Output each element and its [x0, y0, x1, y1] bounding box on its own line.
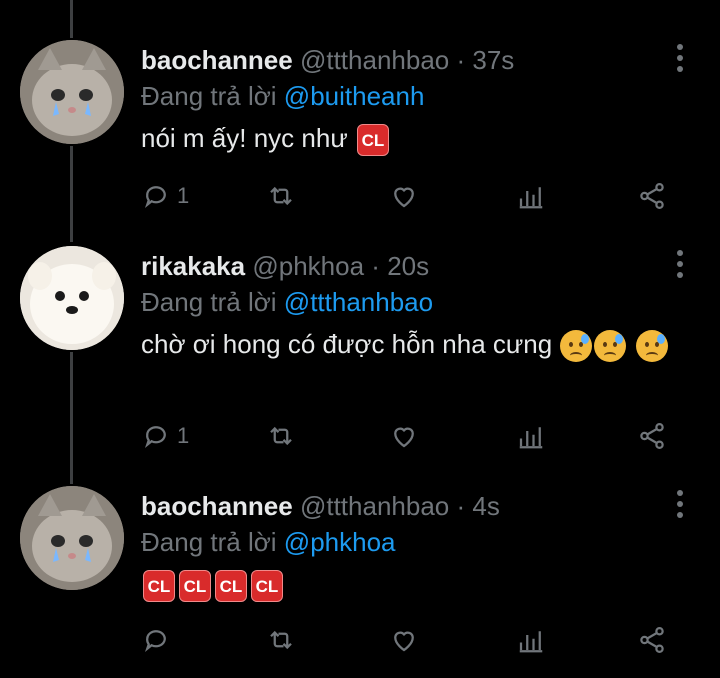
share-icon	[640, 423, 664, 449]
heart-icon	[394, 631, 414, 652]
tweet-header: baochannee @ttthanhbao · 37s	[141, 40, 514, 80]
tweet[interactable]: rikakaka @phkhoa · 20s Đang trả lời @ttt…	[0, 246, 720, 476]
avatar[interactable]	[20, 40, 124, 144]
cl-badge-icon: CL	[143, 570, 175, 603]
heart-icon	[394, 427, 414, 448]
reply-icon	[144, 630, 166, 653]
reply-count: 1	[177, 183, 190, 208]
action-bar: 1	[141, 176, 681, 216]
share-icon	[640, 183, 664, 209]
retweet-button[interactable]	[266, 620, 296, 660]
like-button[interactable]	[389, 176, 419, 216]
like-button[interactable]	[389, 620, 419, 660]
cl-badge-icon: CL	[179, 570, 211, 603]
mention-link[interactable]: @buitheanh	[284, 81, 425, 111]
replying-label: Đang trả lời	[141, 81, 277, 111]
action-bar: 1	[141, 416, 681, 456]
display-name[interactable]: baochannee	[141, 45, 293, 75]
like-button[interactable]	[389, 416, 419, 456]
analytics-button[interactable]	[516, 176, 546, 216]
cl-badge-icon: CL	[356, 124, 389, 157]
avatar[interactable]	[20, 246, 124, 350]
action-bar	[141, 620, 681, 660]
sad-sweat-emoji-icon	[594, 330, 627, 363]
tweet-text: nói m ấy! nyc như CL	[141, 120, 681, 157]
tweet-header: baochannee @ttthanhbao · 4s	[141, 486, 500, 526]
replying-label: Đang trả lời	[141, 527, 277, 557]
more-options-icon[interactable]	[674, 250, 686, 280]
user-handle[interactable]: @ttthanhbao	[300, 45, 449, 75]
share-icon	[640, 627, 664, 653]
separator-dot: ·	[456, 45, 466, 75]
tweet-text-content: chờ ơi hong có được hỗn nha cưng	[141, 329, 553, 359]
timestamp[interactable]: 4s	[472, 491, 499, 521]
mention-link[interactable]: @ttthanhbao	[284, 287, 433, 317]
timestamp[interactable]: 20s	[387, 251, 429, 281]
tweet[interactable]: baochannee @ttthanhbao · 37s Đang trả lờ…	[0, 40, 720, 230]
reply-count: 1	[177, 423, 190, 448]
display-name[interactable]: rikakaka	[141, 251, 245, 281]
replying-label: Đang trả lời	[141, 287, 277, 317]
separator-dot: ·	[371, 251, 380, 281]
replying-to: Đang trả lời @ttthanhbao	[141, 282, 433, 322]
timestamp[interactable]: 37s	[472, 45, 514, 75]
tweet-text: CL CL CL CL	[141, 566, 681, 603]
analytics-button[interactable]	[516, 416, 546, 456]
cat-avatar-icon	[20, 40, 124, 144]
mention-link[interactable]: @phkhoa	[284, 527, 396, 557]
analytics-button[interactable]	[516, 620, 546, 660]
separator-dot: ·	[456, 491, 466, 521]
dog-avatar-icon	[20, 246, 124, 350]
share-button[interactable]	[637, 416, 667, 456]
display-name[interactable]: baochannee	[141, 491, 293, 521]
cat-avatar-icon	[20, 486, 124, 590]
share-button[interactable]	[637, 176, 667, 216]
thread-line	[70, 0, 73, 38]
share-button[interactable]	[637, 620, 667, 660]
retweet-icon	[270, 630, 292, 650]
replying-to: Đang trả lời @buitheanh	[141, 76, 424, 116]
retweet-icon	[270, 186, 292, 206]
reply-button[interactable]: 1	[141, 416, 189, 456]
tweet-header: rikakaka @phkhoa · 20s	[141, 246, 429, 286]
reply-icon	[144, 426, 166, 449]
analytics-icon	[519, 187, 543, 209]
retweet-button[interactable]	[266, 176, 296, 216]
reply-icon	[144, 186, 166, 209]
heart-icon	[394, 187, 414, 208]
sad-sweat-emoji-icon	[560, 330, 593, 363]
tweet-text: chờ ơi hong có được hỗn nha cưng	[141, 326, 681, 363]
retweet-icon	[270, 426, 292, 446]
more-options-icon[interactable]	[674, 44, 686, 74]
retweet-button[interactable]	[266, 416, 296, 456]
avatar[interactable]	[20, 486, 124, 590]
analytics-icon	[519, 631, 543, 653]
cl-badge-icon: CL	[215, 570, 247, 603]
sad-sweat-emoji-icon	[635, 330, 668, 363]
reply-button[interactable]: 1	[141, 176, 189, 216]
replying-to: Đang trả lời @phkhoa	[141, 522, 396, 562]
reply-button[interactable]	[141, 620, 177, 660]
more-options-icon[interactable]	[674, 490, 686, 520]
user-handle[interactable]: @phkhoa	[252, 251, 364, 281]
tweet[interactable]: baochannee @ttthanhbao · 4s Đang trả lời…	[0, 486, 720, 676]
tweet-text-content: nói m ấy! nyc như	[141, 123, 348, 153]
user-handle[interactable]: @ttthanhbao	[300, 491, 449, 521]
analytics-icon	[519, 427, 543, 449]
cl-badge-icon: CL	[251, 570, 283, 603]
